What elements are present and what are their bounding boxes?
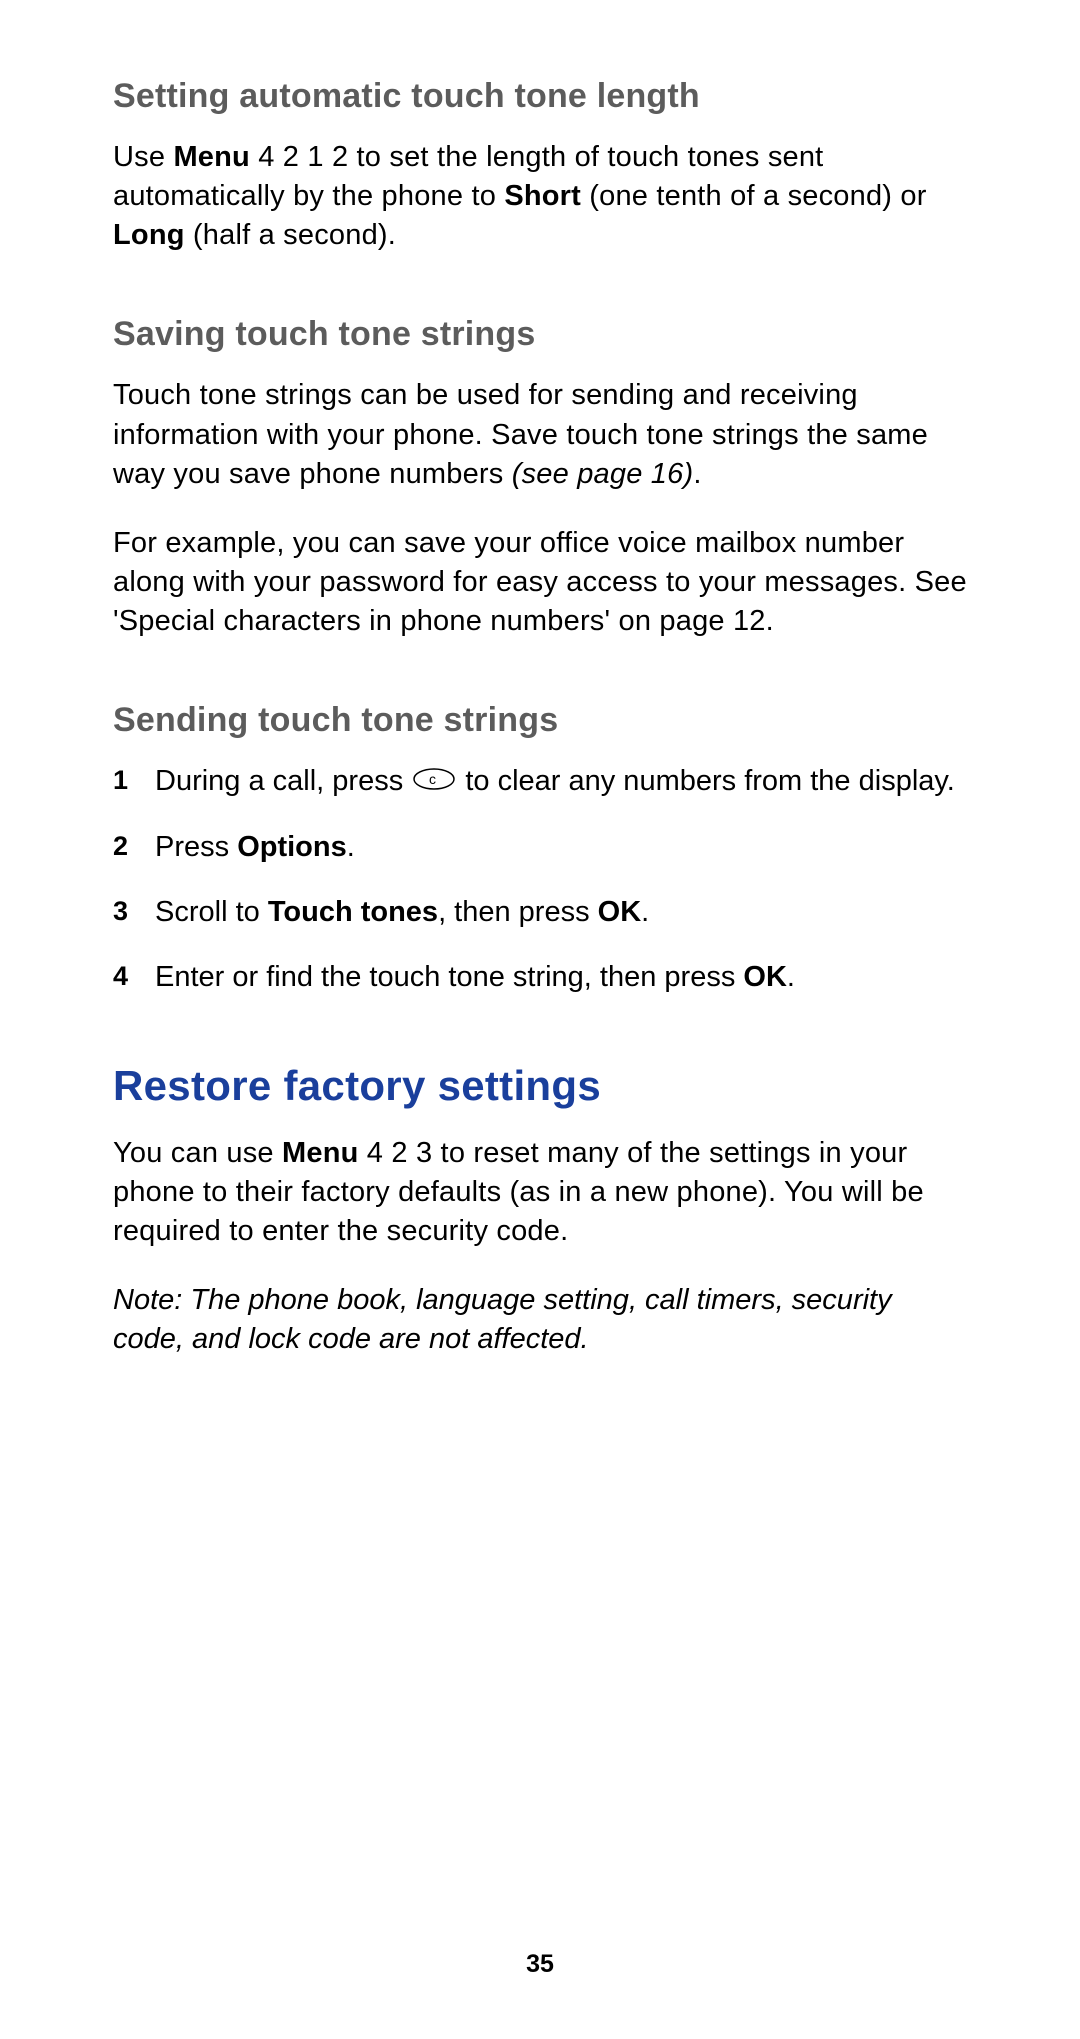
text-bold-short: Short bbox=[504, 180, 581, 212]
svg-text:c: c bbox=[429, 771, 436, 787]
list-number: 4 bbox=[113, 958, 155, 997]
list-content: During a call, press c to clear any numb… bbox=[155, 762, 970, 802]
heading-restore-factory: Restore factory settings bbox=[113, 1062, 970, 1110]
text-bold-options: Options bbox=[237, 831, 347, 863]
section-automatic-touch-tone: Setting automatic touch tone length Use … bbox=[113, 77, 970, 255]
text-fragment: Enter or find the touch tone string, the… bbox=[155, 961, 743, 993]
text-bold-menu: Menu bbox=[282, 1137, 359, 1169]
heading-sending-strings: Sending touch tone strings bbox=[113, 701, 970, 740]
list-content: Press Options. bbox=[155, 828, 970, 867]
text-fragment: Press bbox=[155, 831, 237, 863]
text-fragment: You can use bbox=[113, 1137, 282, 1169]
text-fragment: to clear any numbers from the display. bbox=[457, 765, 955, 797]
heading-saving-strings: Saving touch tone strings bbox=[113, 315, 970, 354]
ordered-list: 1 During a call, press c to clear any nu… bbox=[113, 762, 970, 997]
list-item: 3 Scroll to Touch tones, then press OK. bbox=[113, 893, 970, 932]
page-number: 35 bbox=[0, 1950, 1080, 1979]
text-italic-seepage: (see page 16) bbox=[512, 458, 694, 490]
text-fragment: . bbox=[693, 458, 701, 490]
para-restore-note: Note: The phone book, language setting, … bbox=[113, 1281, 970, 1359]
heading-automatic-touch-tone: Setting automatic touch tone length bbox=[113, 77, 970, 116]
text-fragment: (half a second). bbox=[185, 219, 396, 251]
text-fragment: . bbox=[347, 831, 355, 863]
text-fragment: Scroll to bbox=[155, 896, 268, 928]
section-restore-factory: Restore factory settings You can use Men… bbox=[113, 1062, 970, 1360]
section-saving-strings: Saving touch tone strings Touch tone str… bbox=[113, 315, 970, 641]
text-fragment: , then press bbox=[438, 896, 598, 928]
section-sending-strings: Sending touch tone strings 1 During a ca… bbox=[113, 701, 970, 997]
list-number: 1 bbox=[113, 762, 155, 802]
list-item: 4 Enter or find the touch tone string, t… bbox=[113, 958, 970, 997]
text-fragment: Use bbox=[113, 141, 173, 173]
list-number: 2 bbox=[113, 828, 155, 867]
para-automatic-touch-tone: Use Menu 4 2 1 2 to set the length of to… bbox=[113, 138, 970, 255]
list-item: 2 Press Options. bbox=[113, 828, 970, 867]
list-item: 1 During a call, press c to clear any nu… bbox=[113, 762, 970, 802]
list-number: 3 bbox=[113, 893, 155, 932]
text-bold-ok: OK bbox=[598, 896, 642, 928]
text-fragment: (one tenth of a second) or bbox=[581, 180, 927, 212]
list-content: Enter or find the touch tone string, the… bbox=[155, 958, 970, 997]
clear-key-icon: c bbox=[413, 763, 455, 802]
text-bold-long: Long bbox=[113, 219, 185, 251]
list-content: Scroll to Touch tones, then press OK. bbox=[155, 893, 970, 932]
para-saving-2: For example, you can save your office vo… bbox=[113, 524, 970, 641]
text-bold-touchtones: Touch tones bbox=[268, 896, 438, 928]
text-fragment: . bbox=[641, 896, 649, 928]
text-bold-ok: OK bbox=[743, 961, 787, 993]
text-bold-menu: Menu bbox=[173, 141, 250, 173]
para-restore-1: You can use Menu 4 2 3 to reset many of … bbox=[113, 1134, 970, 1251]
para-saving-1: Touch tone strings can be used for sendi… bbox=[113, 376, 970, 493]
text-fragment: During a call, press bbox=[155, 765, 411, 797]
text-fragment: . bbox=[787, 961, 795, 993]
